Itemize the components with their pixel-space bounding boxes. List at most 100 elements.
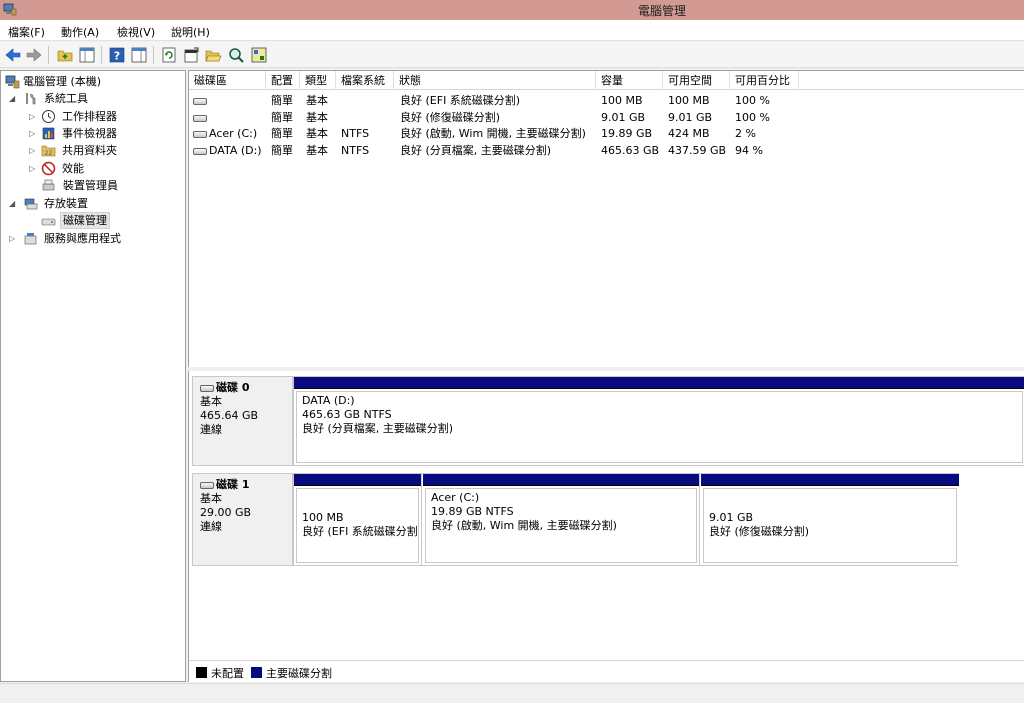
disk-0-info[interactable]: 磁碟 0 基本 465.64 GB 連線 [192, 376, 293, 466]
disk-state: 連線 [200, 520, 222, 533]
menu-help[interactable]: 說明(H) [171, 24, 210, 40]
up-folder-icon[interactable] [56, 46, 74, 64]
open-folder-icon[interactable] [204, 46, 222, 64]
disk-1-info[interactable]: 磁碟 1 基本 29.00 GB 連線 [192, 473, 293, 566]
show-hide-action-pane-icon[interactable] [130, 46, 148, 64]
tree-label: 系統工具 [44, 92, 88, 105]
drive-icon [193, 97, 207, 105]
disk-state: 連線 [200, 423, 222, 436]
help-icon[interactable]: ? [108, 46, 126, 64]
volume-list-header: 磁碟區 配置 類型 檔案系統 狀態 容量 可用空間 可用百分比 [189, 71, 1024, 90]
column-header-free-space[interactable]: 可用空間 [663, 71, 730, 90]
partition-body: DATA (D:) 465.63 GB NTFS 良好 (分頁檔案, 主要磁碟分… [296, 391, 1023, 463]
status-bar [0, 683, 1024, 703]
disk-type: 基本 [200, 492, 222, 505]
column-header-capacity[interactable]: 容量 [596, 71, 663, 90]
free-space-cell: 424 MB [668, 127, 710, 140]
column-header-volume[interactable]: 磁碟區 [189, 71, 266, 90]
primary-partition-bar [294, 474, 421, 486]
free-space-cell: 437.59 GB [668, 144, 727, 157]
volume-name-cell: DATA (D:) [193, 142, 262, 159]
free-space-cell: 100 MB [668, 94, 710, 107]
partition-body: 9.01 GB 良好 (修復磁碟分割) [703, 488, 957, 563]
collapse-arrow-icon[interactable]: ◢ [9, 195, 15, 212]
menu-action[interactable]: 動作(A) [61, 24, 99, 40]
partition-size: 9.01 GB [709, 511, 754, 524]
services-icon [24, 233, 37, 245]
layout-cell: 簡單 [271, 111, 293, 124]
tree-label: 工作排程器 [62, 110, 117, 123]
table-row[interactable]: 簡單 基本 良好 (EFI 系統磁碟分割) 100 MB 100 MB 100 … [189, 92, 1024, 109]
no-entry-icon [41, 161, 56, 176]
partition-size: 465.63 GB NTFS [302, 408, 392, 421]
partition-status: 良好 (分頁檔案, 主要磁碟分割) [302, 422, 454, 435]
status-cell: 良好 (分頁檔案, 主要磁碟分割) [400, 144, 552, 157]
column-header-percent-free[interactable]: 可用百分比 [730, 71, 799, 90]
drive-icon [193, 130, 207, 138]
type-cell: 基本 [306, 144, 328, 157]
toolbar-separator [101, 46, 102, 64]
expand-arrow-icon[interactable]: ▷ [29, 108, 35, 125]
status-cell: 良好 (啟動, Wim 開機, 主要磁碟分割) [400, 127, 586, 140]
event-viewer-icon [42, 127, 55, 140]
disk-name: 磁碟 0 [200, 381, 292, 395]
column-header-type[interactable]: 類型 [300, 71, 336, 90]
volume-list: 磁碟區 配置 類型 檔案系統 狀態 容量 可用空間 可用百分比 簡單 基本 良好… [188, 70, 1024, 367]
type-cell: 基本 [306, 127, 328, 140]
capacity-cell: 465.63 GB [601, 144, 660, 157]
partition-efi[interactable]: 100 MB 良好 (EFI 系統磁碟分割) [294, 474, 422, 565]
table-row[interactable]: Acer (C:) 簡單 基本 NTFS 良好 (啟動, Wim 開機, 主要磁… [189, 125, 1024, 142]
column-header-status[interactable]: 狀態 [394, 71, 596, 90]
show-hide-tree-icon[interactable] [78, 46, 96, 64]
table-row[interactable]: 簡單 基本 良好 (修復磁碟分割) 9.01 GB 9.01 GB 100 % [189, 109, 1024, 126]
partition-name: DATA (D:) [302, 394, 355, 407]
disk-size: 29.00 GB [200, 506, 252, 519]
partition-recovery[interactable]: 9.01 GB 良好 (修復磁碟分割) [701, 474, 959, 565]
table-row[interactable]: DATA (D:) 簡單 基本 NTFS 良好 (分頁檔案, 主要磁碟分割) 4… [189, 142, 1024, 159]
tree-label: 事件檢視器 [62, 127, 117, 140]
layout-cell: 簡單 [271, 94, 293, 107]
volume-name-cell [193, 92, 209, 109]
status-cell: 良好 (修復磁碟分割) [400, 111, 501, 124]
free-space-cell: 9.01 GB [668, 111, 713, 124]
unallocated-swatch [196, 667, 207, 678]
window-title: 電腦管理 [637, 4, 686, 18]
properties-icon[interactable] [182, 46, 200, 64]
expand-arrow-icon[interactable]: ▷ [9, 230, 15, 247]
menu-view[interactable]: 檢視(V) [117, 24, 155, 40]
primary-partition-swatch [251, 667, 262, 678]
back-arrow-icon[interactable] [4, 46, 22, 64]
drive-icon [193, 114, 207, 122]
primary-partition-bar [701, 474, 959, 486]
tree-label: 存放裝置 [44, 197, 88, 210]
expand-arrow-icon[interactable]: ▷ [29, 125, 35, 142]
legend-primary-partition: 主要磁碟分割 [266, 667, 332, 680]
filesystem-cell: NTFS [341, 144, 370, 157]
disk-settings-icon[interactable] [250, 46, 268, 64]
type-cell: 基本 [306, 94, 328, 107]
toolbar: ? [0, 42, 1024, 68]
refresh-icon[interactable] [160, 46, 178, 64]
expand-arrow-icon[interactable]: ▷ [29, 160, 35, 177]
collapse-arrow-icon[interactable]: ◢ [9, 90, 15, 107]
forward-arrow-icon[interactable] [25, 46, 43, 64]
partition-data-d[interactable]: DATA (D:) 465.63 GB NTFS 良好 (分頁檔案, 主要磁碟分… [294, 377, 1024, 465]
partition-size: 100 MB [302, 511, 344, 524]
menu-file[interactable]: 檔案(F) [8, 24, 45, 40]
partition-acer-c[interactable]: Acer (C:) 19.89 GB NTFS 良好 (啟動, Wim 開機, … [423, 474, 700, 565]
disk-icon [200, 481, 214, 489]
column-header-layout[interactable]: 配置 [266, 71, 300, 90]
expand-arrow-icon[interactable]: ▷ [29, 142, 35, 159]
toolbar-separator [48, 46, 49, 64]
layout-cell: 簡單 [271, 127, 293, 140]
search-zoom-icon[interactable] [227, 46, 245, 64]
disk-1-partitions: 100 MB 良好 (EFI 系統磁碟分割) Acer (C:) 19.89 G… [293, 473, 959, 566]
disk-management-icon [41, 218, 56, 226]
partition-body: 100 MB 良好 (EFI 系統磁碟分割) [296, 488, 419, 563]
tree-label: 電腦管理 (本機) [23, 75, 102, 88]
percent-free-cell: 2 % [735, 127, 756, 140]
capacity-cell: 9.01 GB [601, 111, 646, 124]
capacity-cell: 100 MB [601, 94, 643, 107]
column-header-filesystem[interactable]: 檔案系統 [336, 71, 394, 90]
title-bar: 電腦管理 [0, 0, 1024, 20]
